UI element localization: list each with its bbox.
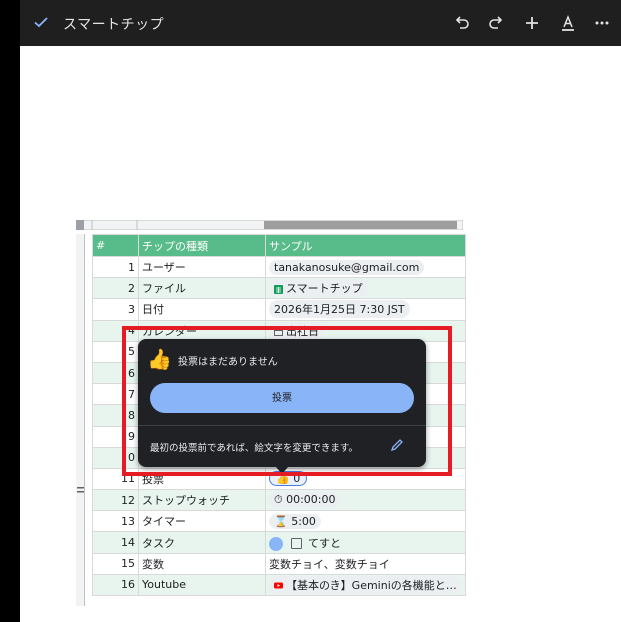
- timer-chip[interactable]: ⌛ 5:00: [269, 513, 321, 529]
- chip-type-cell[interactable]: ユーザー: [138, 255, 266, 279]
- hourglass-icon: ⌛: [274, 514, 288, 528]
- row-number[interactable]: 1: [92, 255, 139, 279]
- top-toolbar: スマートチップ: [20, 0, 621, 46]
- row-number[interactable]: 3: [92, 298, 139, 321]
- sample-cell[interactable]: 2026年1月25日 7:30 JST: [265, 298, 466, 321]
- sample-cell[interactable]: 変数チョイ、変数チョイ: [265, 552, 466, 575]
- chip-type-cell[interactable]: タスク: [138, 531, 266, 554]
- header-number[interactable]: #: [92, 234, 139, 257]
- file-chip-label: スマートチップ: [286, 282, 363, 296]
- table-row: 15 変数 変数チョイ、変数チョイ: [92, 552, 466, 575]
- chip-type-cell[interactable]: タイマー: [138, 510, 266, 533]
- chip-type-cell[interactable]: Youtube: [138, 573, 266, 597]
- chip-type-cell[interactable]: 変数: [138, 552, 266, 575]
- row-number[interactable]: 13: [92, 510, 139, 533]
- sample-cell[interactable]: ⏱ 00:00:00: [265, 489, 466, 512]
- table-row: 14 タスク てすと: [92, 531, 466, 554]
- task-label: てすと: [308, 536, 341, 550]
- table-row: 16 Youtube 【基本のき】Geminiの各機能と…: [92, 573, 466, 597]
- table-header-row: # チップの種類 サンプル: [92, 234, 466, 257]
- check-icon[interactable]: [32, 13, 50, 31]
- redo-icon[interactable]: [487, 14, 505, 32]
- document-title: スマートチップ: [63, 17, 165, 33]
- undo-icon[interactable]: [453, 14, 471, 32]
- table-row: 12 ストップウォッチ ⏱ 00:00:00: [92, 489, 466, 512]
- sample-cell[interactable]: スマートチップ: [265, 277, 466, 300]
- row-number[interactable]: 16: [92, 573, 139, 597]
- chip-type-cell[interactable]: 日付: [138, 298, 266, 321]
- sample-cell[interactable]: tanakanosuke@gmail.com: [265, 255, 466, 279]
- row-header-strip[interactable]: [76, 234, 85, 606]
- table-row: 2 ファイル スマートチップ: [92, 277, 466, 300]
- assignee-avatar[interactable]: [269, 536, 283, 551]
- column-header-bar[interactable]: [76, 220, 463, 230]
- chip-type-cell[interactable]: ファイル: [138, 277, 266, 300]
- header-chip-type[interactable]: チップの種類: [138, 234, 266, 257]
- youtube-icon: [274, 582, 283, 589]
- sample-cell[interactable]: ⌛ 5:00: [265, 510, 466, 533]
- stopwatch-icon: ⏱: [274, 493, 283, 507]
- row-number[interactable]: 15: [92, 552, 139, 575]
- table-row: 13 タイマー ⌛ 5:00: [92, 510, 466, 533]
- row-number[interactable]: 12: [92, 489, 139, 512]
- stopwatch-chip[interactable]: ⏱ 00:00:00: [269, 492, 341, 509]
- file-chip[interactable]: スマートチップ: [269, 279, 368, 298]
- stopwatch-label: 00:00:00: [286, 493, 336, 507]
- youtube-chip[interactable]: 【基本のき】Geminiの各機能と…: [269, 575, 462, 594]
- row-number[interactable]: 14: [92, 531, 139, 554]
- table-row: 1 ユーザー tanakanosuke@gmail.com: [92, 255, 466, 279]
- highlight-box: [122, 326, 452, 476]
- sample-cell[interactable]: てすと: [265, 531, 466, 554]
- row-number[interactable]: 2: [92, 277, 139, 300]
- sheets-file-icon: [274, 284, 283, 294]
- timer-label: 5:00: [291, 514, 316, 528]
- text-format-icon[interactable]: [559, 14, 577, 32]
- header-sample[interactable]: サンプル: [265, 234, 466, 257]
- youtube-chip-label: 【基本のき】Geminiの各機能と…: [286, 578, 457, 592]
- sample-cell[interactable]: 【基本のき】Geminiの各機能と…: [265, 573, 466, 597]
- chip-type-cell[interactable]: ストップウォッチ: [138, 489, 266, 512]
- more-options-icon[interactable]: [593, 14, 611, 32]
- row-drag-handle-icon[interactable]: [77, 486, 84, 494]
- add-icon[interactable]: [523, 14, 541, 32]
- task-checkbox[interactable]: [291, 538, 302, 550]
- user-chip[interactable]: tanakanosuke@gmail.com: [269, 259, 425, 275]
- date-chip[interactable]: 2026年1月25日 7:30 JST: [269, 300, 410, 319]
- table-row: 3 日付 2026年1月25日 7:30 JST: [92, 298, 466, 321]
